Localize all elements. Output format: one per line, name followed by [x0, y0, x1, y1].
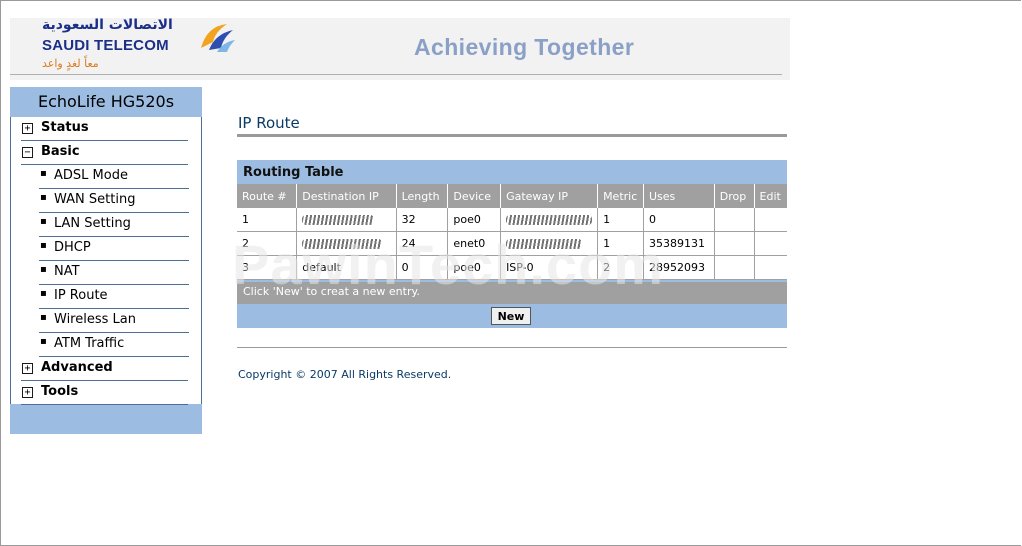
routing-table-panel: Routing Table Route # Destination IP Len…	[237, 160, 787, 328]
sidebar-item-wireless-lan[interactable]: ▪ Wireless Lan	[39, 309, 189, 333]
uses: 28952093	[643, 255, 715, 280]
sidebar-item-label: WAN Setting	[54, 192, 136, 207]
device-model-title: EchoLife HG520s	[10, 87, 202, 117]
column-header: Gateway IP	[500, 184, 599, 208]
column-header: Destination IP	[296, 184, 397, 208]
bullet-icon: ▪	[40, 216, 47, 227]
page-title: IP Route	[238, 114, 300, 132]
table-row: 2 24 enet0 1 35389131	[237, 231, 787, 256]
route-number: 2	[237, 231, 298, 256]
column-header: Edit	[754, 184, 787, 208]
sidebar-item-label: IP Route	[54, 288, 108, 303]
column-header: Metric	[597, 184, 644, 208]
column-header: Uses	[643, 184, 715, 208]
metric: 1	[597, 208, 644, 232]
uses: 0	[643, 208, 715, 232]
column-header: Length	[396, 184, 449, 208]
length: 24	[396, 231, 449, 256]
sidebar-item-label: ATM Traffic	[54, 336, 125, 351]
sidebar-item-label: ADSL Mode	[54, 168, 128, 183]
drop-cell[interactable]	[714, 255, 755, 280]
sidebar-item-advanced[interactable]: + Advanced	[21, 357, 188, 381]
bullet-icon: ▪	[40, 336, 47, 347]
title-divider	[237, 134, 787, 137]
sidebar-item-tools[interactable]: + Tools	[21, 381, 188, 405]
metric: 2	[597, 255, 644, 280]
destination-ip-redacted	[296, 231, 397, 256]
sidebar-item-nat[interactable]: ▪ NAT	[39, 261, 189, 285]
new-route-button[interactable]: New	[491, 307, 531, 325]
edit-cell[interactable]	[754, 231, 787, 256]
sidebar-item-label: Wireless Lan	[54, 312, 136, 327]
bullet-icon: ▪	[40, 192, 47, 203]
sidebar-item-wan-setting[interactable]: ▪ WAN Setting	[39, 189, 189, 213]
table-row: 1 32 poe0 1 0	[237, 208, 787, 232]
sidebar-item-label: Basic	[41, 144, 80, 159]
routing-table: Route # Destination IP Length Device Gat…	[237, 184, 787, 280]
bullet-icon: ▪	[40, 240, 47, 251]
bullet-icon: ▪	[40, 312, 47, 323]
expand-plus-icon[interactable]: +	[22, 123, 33, 134]
footer-divider	[237, 347, 787, 348]
sidebar-item-label: Advanced	[41, 360, 113, 375]
length: 0	[396, 255, 449, 280]
gateway-ip-redacted	[500, 208, 599, 232]
sidebar-item-label: NAT	[54, 264, 80, 279]
logo-arabic-text: الاتصالات السعودية	[42, 17, 173, 33]
table-row: 3 default 0 poe0 ISP-0 2 28952093	[237, 255, 787, 280]
destination-ip: default	[296, 255, 397, 280]
table-hint: Click 'New' to creat a new entry.	[237, 282, 787, 304]
header-tagline: Achieving Together	[414, 34, 635, 60]
gateway-ip-redacted	[500, 231, 599, 256]
table-header-row: Route # Destination IP Length Device Gat…	[237, 184, 787, 208]
sidebar-item-ip-route[interactable]: ▪ IP Route	[39, 285, 189, 309]
stc-logo-icon	[201, 24, 235, 52]
bullet-icon: ▪	[40, 264, 47, 275]
header-divider	[10, 74, 782, 75]
logo-text: SAUDI TELECOM	[42, 37, 169, 54]
sidebar-item-label: DHCP	[54, 240, 91, 255]
sidebar-item-adsl-mode[interactable]: ▪ ADSL Mode	[39, 165, 189, 189]
sidebar-item-lan-setting[interactable]: ▪ LAN Setting	[39, 213, 189, 237]
device: poe0	[447, 208, 502, 232]
sidebar-item-status[interactable]: + Status	[21, 117, 188, 141]
logo-slogan: معاً لغدٍ واعد	[42, 57, 99, 70]
column-header: Device	[447, 184, 502, 208]
collapse-minus-icon[interactable]: −	[22, 147, 33, 158]
edit-cell[interactable]	[754, 255, 787, 280]
route-number: 1	[237, 208, 298, 232]
expand-plus-icon[interactable]: +	[22, 363, 33, 374]
device: enet0	[447, 231, 502, 256]
bullet-icon: ▪	[40, 288, 47, 299]
uses: 35389131	[643, 231, 715, 256]
destination-ip-redacted	[296, 208, 397, 232]
bullet-icon: ▪	[40, 168, 47, 179]
sidebar-item-dhcp[interactable]: ▪ DHCP	[39, 237, 189, 261]
hint-text: Click 'New' to creat a new entry.	[243, 285, 420, 298]
gateway-ip: ISP-0	[500, 255, 599, 280]
sidebar-item-label: Tools	[41, 384, 79, 399]
sidebar-item-atm-traffic[interactable]: ▪ ATM Traffic	[39, 333, 189, 357]
table-caption: Routing Table	[243, 165, 344, 180]
edit-cell[interactable]	[754, 208, 787, 232]
length: 32	[396, 208, 449, 232]
sidebar-item-basic[interactable]: − Basic	[21, 141, 188, 165]
device: poe0	[447, 255, 502, 280]
sidebar-item-label: Status	[41, 120, 89, 135]
route-number: 3	[237, 255, 298, 280]
expand-plus-icon[interactable]: +	[22, 387, 33, 398]
copyright-text: Copyright © 2007 All Rights Reserved.	[238, 368, 452, 381]
metric: 1	[597, 231, 644, 256]
column-header: Route #	[237, 184, 298, 208]
sidebar-item-label: LAN Setting	[54, 216, 131, 231]
drop-cell[interactable]	[714, 231, 755, 256]
column-header: Drop	[714, 184, 755, 208]
sidebar-footer	[10, 404, 202, 434]
drop-cell[interactable]	[714, 208, 755, 232]
